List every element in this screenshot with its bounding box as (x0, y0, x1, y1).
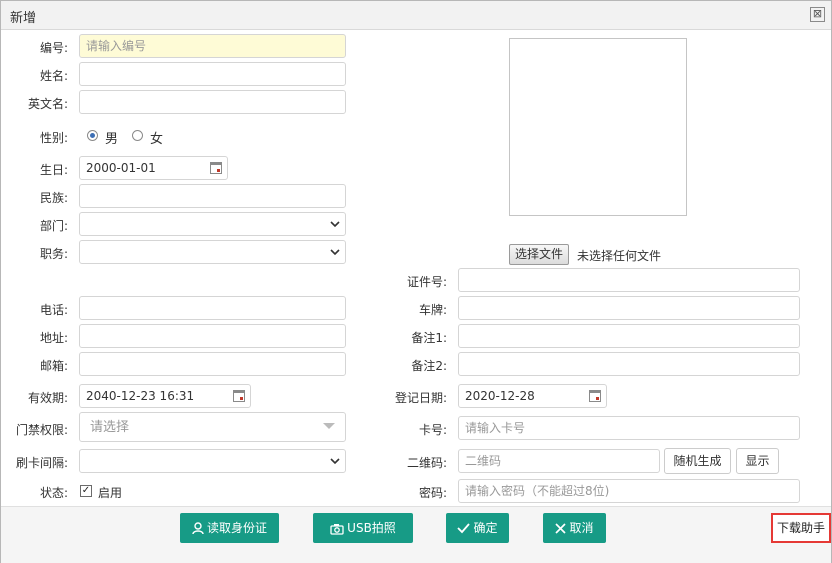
card-interval-label: 刷卡间隔: (15, 456, 68, 470)
password-label: 密码: (418, 486, 447, 500)
photo-preview (509, 38, 687, 216)
plate-input[interactable] (458, 296, 800, 320)
download-helper-link[interactable]: 下载助手 (771, 513, 831, 543)
birthday-input[interactable]: 2000-01-01 (79, 156, 228, 180)
chevron-down-icon (330, 249, 340, 256)
card-no-input[interactable]: 请输入卡号 (458, 416, 800, 440)
close-icon[interactable]: ⊠ (810, 7, 825, 22)
address-input[interactable] (79, 324, 346, 348)
english-name-input[interactable] (79, 90, 346, 114)
gender-female-label: 女 (150, 132, 164, 147)
access-label: 门禁权限: (15, 423, 68, 437)
add-dialog: 新增 ⊠ 编号: 请输入编号 姓名: 英文名: 性别: 男 女 生日: 2000… (0, 0, 832, 563)
valid-until-input[interactable]: 2040-12-23 16:31 (79, 384, 251, 408)
ethnicity-label: 民族: (39, 191, 68, 205)
dialog-footer (1, 506, 831, 563)
department-label: 部门: (39, 219, 68, 233)
ethnicity-input[interactable] (79, 184, 346, 208)
id-number-input[interactable] (458, 268, 800, 292)
cancel-button[interactable]: 取消 (543, 513, 606, 543)
file-status-text: 未选择任何文件 (577, 249, 662, 263)
qrcode-label: 二维码: (406, 456, 447, 470)
note2-label: 备注2: (411, 359, 447, 373)
access-select[interactable]: 请选择 (79, 412, 346, 442)
enable-label: 启用 (98, 486, 123, 500)
address-label: 地址: (39, 331, 68, 345)
email-label: 邮箱: (39, 359, 68, 373)
card-no-label: 卡号: (418, 423, 447, 437)
calendar-icon[interactable] (210, 162, 222, 174)
dialog-title: 新增 (10, 11, 37, 26)
show-button[interactable]: 显示 (736, 448, 779, 474)
card-interval-select[interactable] (79, 449, 346, 473)
chevron-down-icon (330, 221, 340, 228)
gender-male-label: 男 (105, 132, 119, 147)
plate-label: 车牌: (418, 303, 447, 317)
department-select[interactable] (79, 212, 346, 236)
chevron-down-icon (330, 458, 340, 465)
gender-male-radio[interactable] (87, 130, 98, 141)
read-id-card-button[interactable]: 读取身份证 (180, 513, 279, 543)
phone-input[interactable] (79, 296, 346, 320)
calendar-icon[interactable] (589, 390, 601, 402)
id-number-label: 证件号: (406, 275, 447, 289)
position-label: 职务: (39, 247, 68, 261)
birthday-label: 生日: (39, 163, 68, 177)
code-label: 编号: (39, 41, 68, 55)
usb-photo-button[interactable]: USB拍照 (313, 513, 413, 543)
name-label: 姓名: (39, 69, 68, 83)
caret-down-icon (323, 423, 335, 429)
gender-female-radio[interactable] (132, 130, 143, 141)
random-generate-button[interactable]: 随机生成 (664, 448, 731, 474)
email-input[interactable] (79, 352, 346, 376)
choose-file-button[interactable]: 选择文件 (509, 244, 570, 265)
qrcode-input[interactable]: 二维码 (458, 449, 660, 473)
phone-label: 电话: (39, 303, 68, 317)
status-label: 状态: (39, 486, 68, 500)
enable-checkbox[interactable]: ✓ (80, 485, 92, 497)
position-select[interactable] (79, 240, 346, 264)
note1-input[interactable] (458, 324, 800, 348)
reg-date-label: 登记日期: (394, 391, 447, 405)
note1-label: 备注1: (411, 331, 447, 345)
close-icon (555, 523, 567, 534)
note2-input[interactable] (458, 352, 800, 376)
calendar-icon[interactable] (233, 390, 245, 402)
password-input[interactable]: 请输入密码（不能超过8位) (458, 479, 800, 503)
code-input[interactable]: 请输入编号 (79, 34, 346, 58)
check-icon (457, 523, 471, 534)
valid-until-label: 有效期: (27, 391, 68, 405)
confirm-button[interactable]: 确定 (446, 513, 509, 543)
english-name-label: 英文名: (27, 97, 68, 111)
name-input[interactable] (79, 62, 346, 86)
reg-date-input[interactable]: 2020-12-28 (458, 384, 607, 408)
camera-icon (330, 523, 344, 535)
gender-label: 性别: (39, 131, 68, 145)
user-icon (192, 522, 204, 535)
title-bar: 新增 ⊠ (1, 1, 831, 30)
